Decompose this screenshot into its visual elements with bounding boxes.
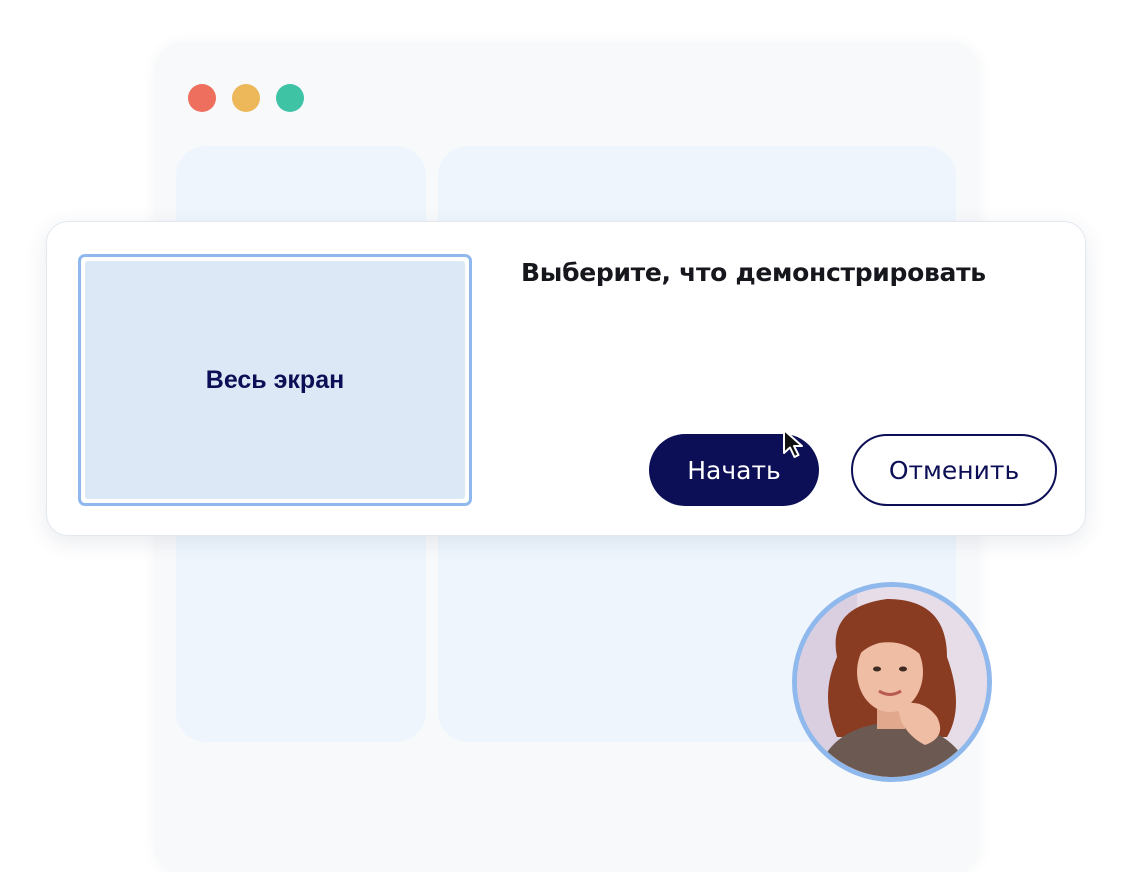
share-screen-dialog: Весь экран Выберите, что демонстрировать… xyxy=(46,221,1086,536)
participant-avatar[interactable] xyxy=(792,582,992,782)
cancel-button[interactable]: Отменить xyxy=(851,434,1057,506)
mouse-pointer-icon xyxy=(783,429,803,458)
window-minimize-dot[interactable] xyxy=(232,84,260,112)
participant-photo xyxy=(797,587,987,777)
window-maximize-dot[interactable] xyxy=(276,84,304,112)
screen-option-label: Весь экран xyxy=(205,365,345,394)
window-close-dot[interactable] xyxy=(188,84,216,112)
entire-screen-option[interactable]: Весь экран xyxy=(78,254,472,506)
screen-option-preview: Весь экран xyxy=(85,261,465,499)
dialog-title: Выберите, что демонстрировать xyxy=(521,258,986,287)
